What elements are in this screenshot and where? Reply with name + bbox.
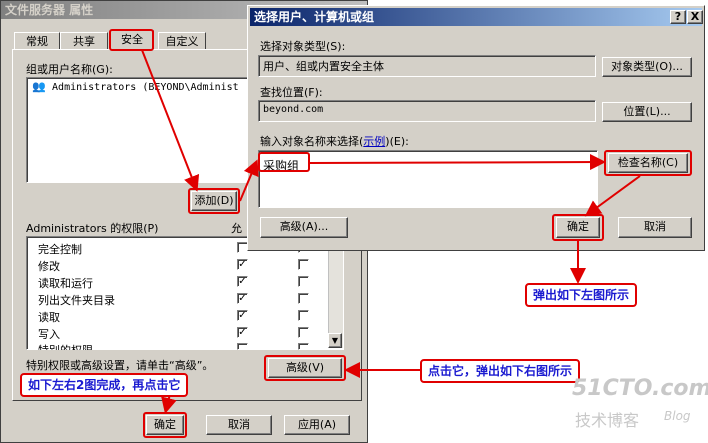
callout-done-click: 如下左右2图完成，再点击它: [20, 373, 189, 397]
callout-popup-left: 弹出如下左图所示: [525, 283, 638, 307]
watermark-sub: 技术博客: [575, 411, 640, 430]
callout-click-it: 点击它，弹出如下右图所示: [420, 359, 581, 383]
watermark-blog: Blog: [664, 409, 691, 423]
watermark-logo: 51CTO.com: [572, 376, 708, 401]
